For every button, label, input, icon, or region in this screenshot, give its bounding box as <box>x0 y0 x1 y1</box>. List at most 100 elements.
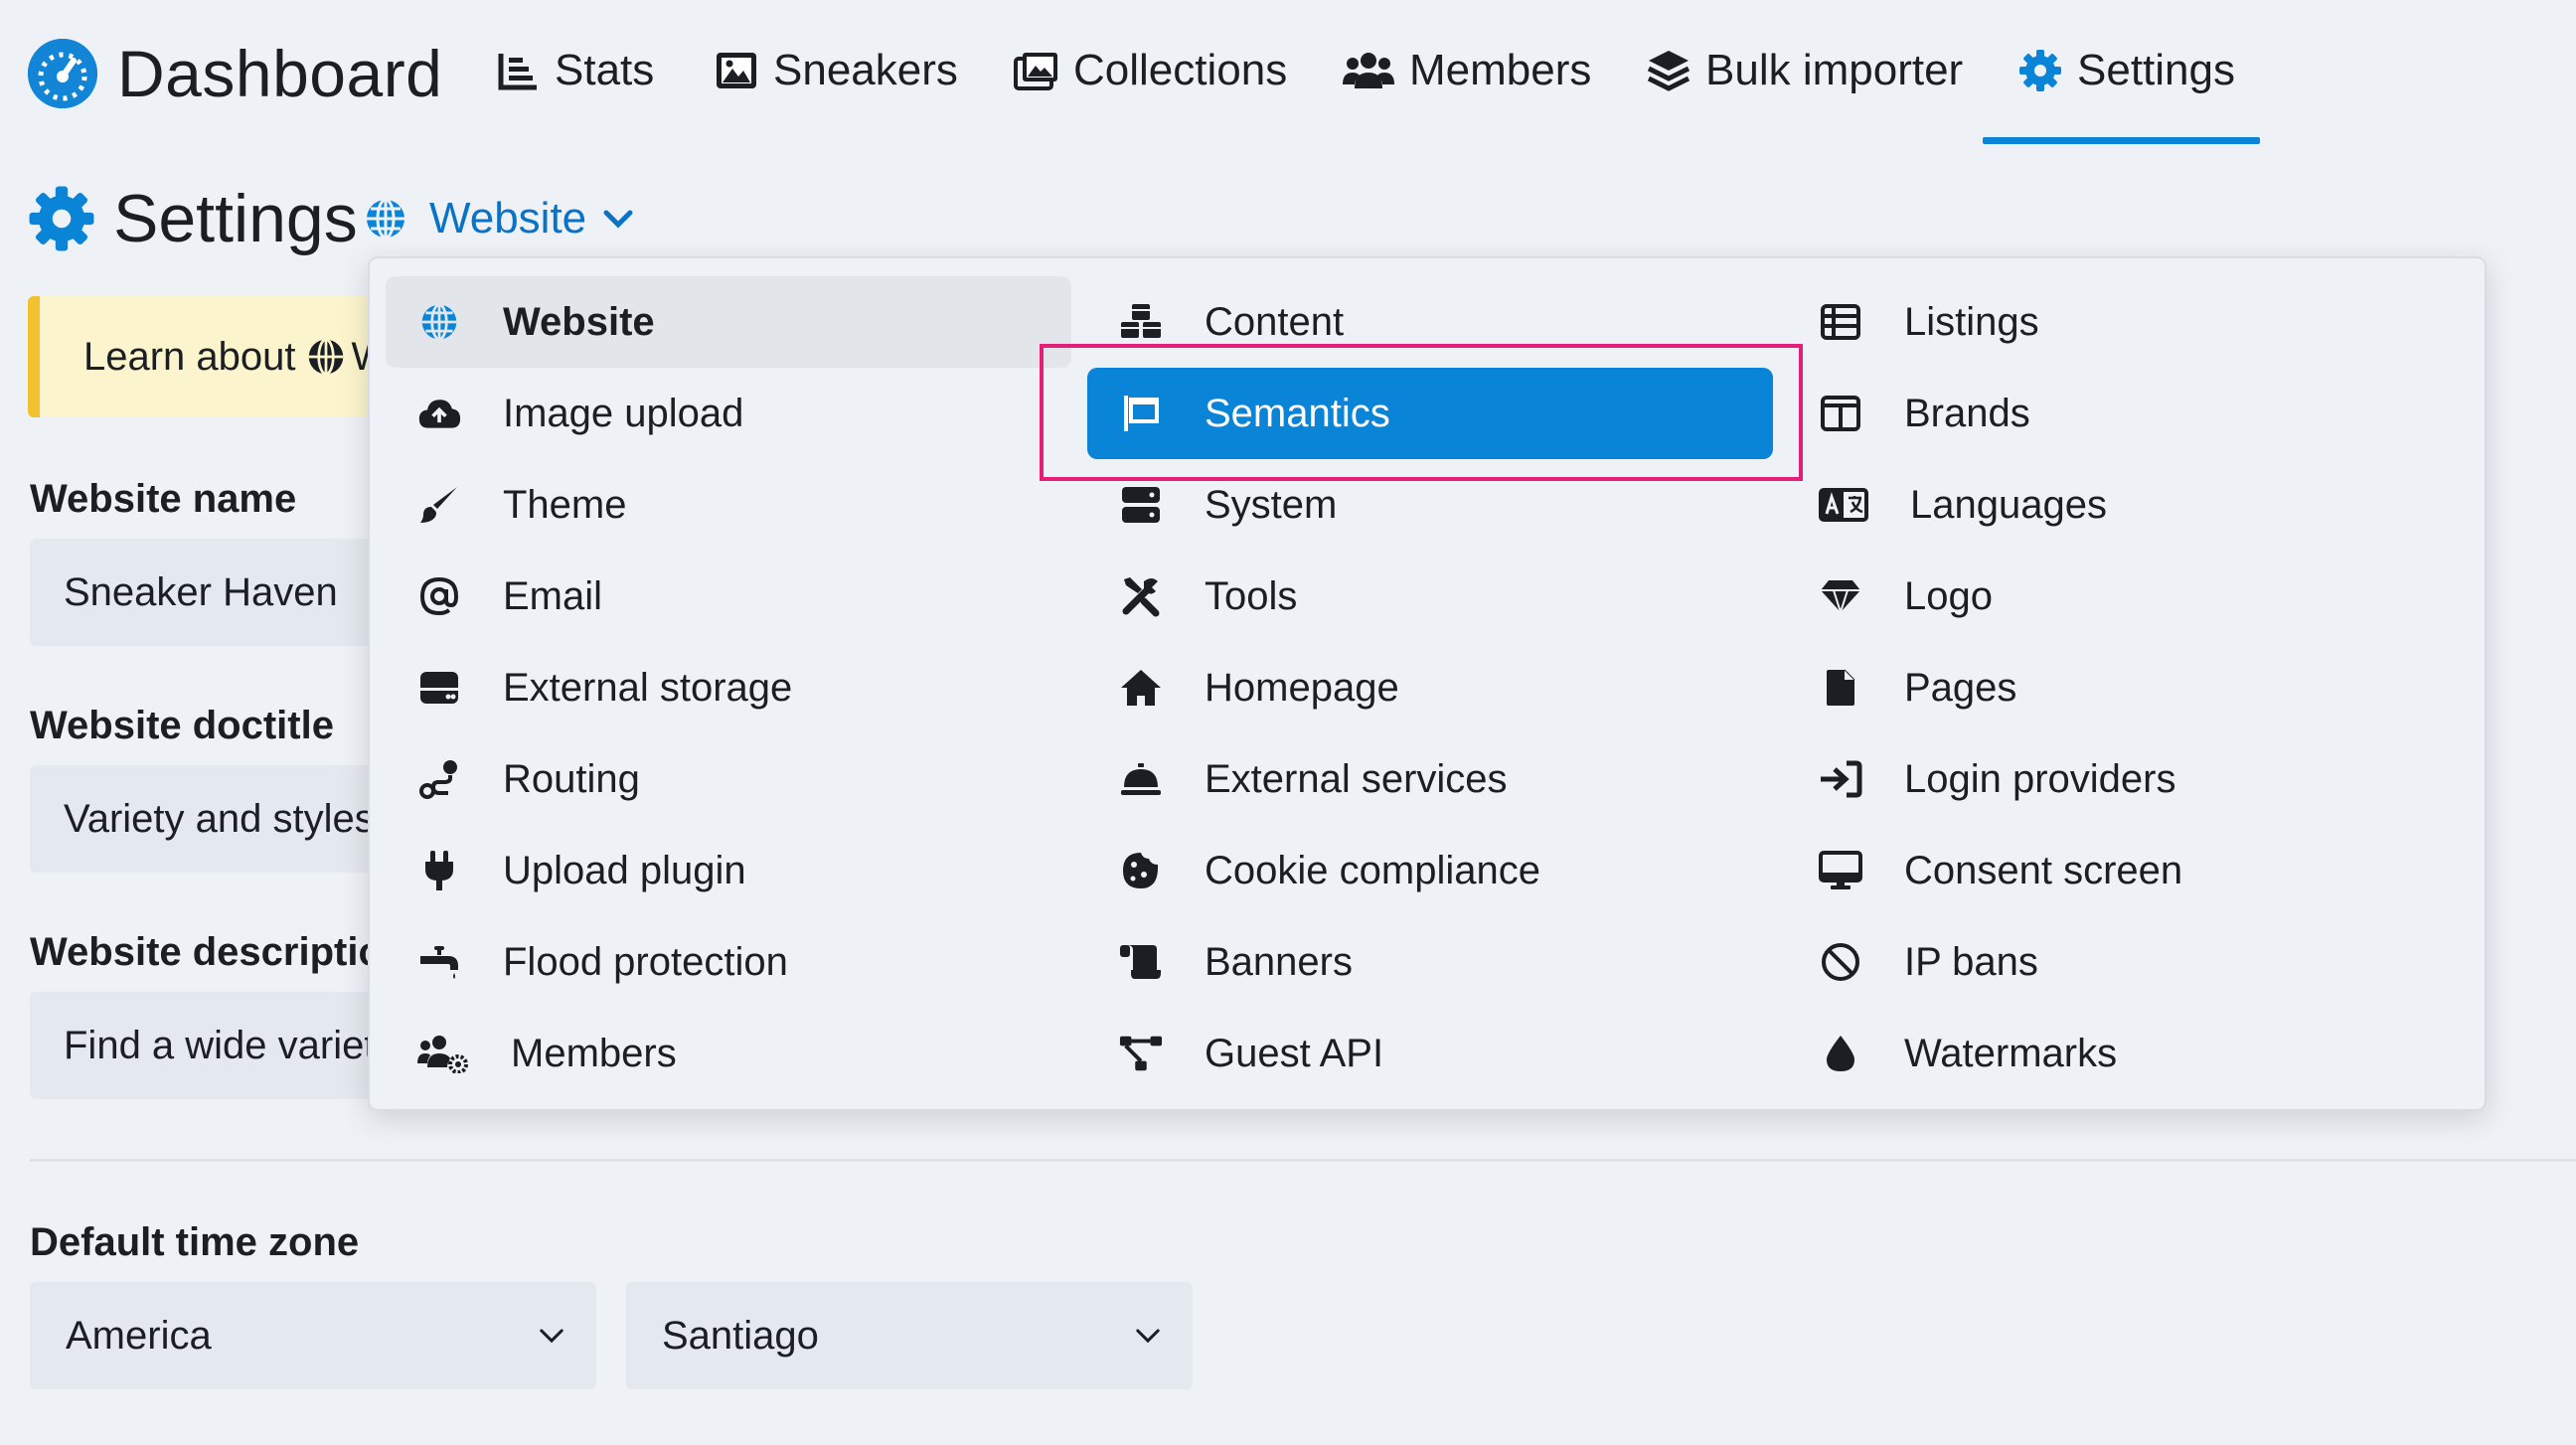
time-zone-region-select[interactable]: America <box>30 1282 596 1389</box>
notice-text: Learn about <box>83 334 296 379</box>
app-title: Dashboard <box>117 37 443 110</box>
menu-item-label: Theme <box>503 482 627 527</box>
nav-label: Members <box>1409 46 1592 94</box>
faucet-icon <box>417 940 461 984</box>
nav-label: Bulk importer <box>1705 46 1964 94</box>
menu-item-label: Tools <box>1205 573 1298 618</box>
section-selector-label: Website <box>429 194 587 242</box>
menu-item-languages[interactable]: Languages <box>1787 459 2473 551</box>
time-zone-city-select[interactable]: Santiago <box>626 1282 1193 1389</box>
menu-item-label: Consent screen <box>1904 848 2183 892</box>
cookie-icon <box>1119 849 1163 892</box>
brush-icon <box>417 483 461 527</box>
menu-item-label: Listings <box>1904 299 2039 344</box>
columns-icon <box>1819 392 1862 435</box>
language-icon <box>1819 483 1868 527</box>
gear-icon <box>2017 48 2063 93</box>
menu-item-label: Pages <box>1904 665 2017 710</box>
menu-item-homepage[interactable]: Homepage <box>1087 642 1773 733</box>
menu-item-label: System <box>1205 482 1338 527</box>
nav-settings[interactable]: Settings <box>2017 36 2235 105</box>
highlight-box <box>1040 344 1803 481</box>
section-divider <box>30 1159 2576 1162</box>
menu-item-label: External services <box>1205 756 1508 801</box>
menu-item-ip-bans[interactable]: IP bans <box>1787 916 2473 1008</box>
menu-item-image-upload[interactable]: Image upload <box>386 368 1071 459</box>
dashboard-brand[interactable]: Dashboard <box>28 36 442 111</box>
menu-item-login-providers[interactable]: Login providers <box>1787 733 2473 825</box>
at-icon <box>417 574 461 618</box>
page-title: Settings <box>113 181 358 256</box>
gauge-icon <box>28 39 97 108</box>
nav-label: Stats <box>555 46 655 94</box>
gem-icon <box>1819 574 1862 618</box>
menu-item-flood-protection[interactable]: Flood protection <box>386 916 1071 1008</box>
table-list-icon <box>1819 300 1862 344</box>
images-icon <box>1014 48 1059 93</box>
route-icon <box>417 757 461 801</box>
nav-sneakers[interactable]: Sneakers <box>714 36 958 105</box>
page-heading: Settings <box>28 179 358 258</box>
chevron-down-icon <box>1131 1319 1165 1353</box>
cloud-upload-icon <box>417 392 461 435</box>
plug-icon <box>417 849 461 892</box>
scroll-icon <box>1119 940 1163 984</box>
menu-item-label: Website <box>503 299 655 344</box>
users-cog-icon <box>417 1032 469 1075</box>
menu-item-consent-screen[interactable]: Consent screen <box>1787 825 2473 916</box>
nav-stats[interactable]: Stats <box>495 36 654 105</box>
menu-item-label: Homepage <box>1205 665 1399 710</box>
menu-item-label: Email <box>503 573 603 618</box>
home-icon <box>1119 666 1163 710</box>
tools-icon <box>1119 574 1163 618</box>
select-value: Santiago <box>662 1313 819 1358</box>
menu-item-tools[interactable]: Tools <box>1087 551 1773 642</box>
globe-icon <box>306 337 346 377</box>
menu-item-logo[interactable]: Logo <box>1787 551 2473 642</box>
menu-item-watermarks[interactable]: Watermarks <box>1787 1008 2473 1099</box>
website-description-label: Website descriptio <box>30 930 383 974</box>
menu-item-label: Languages <box>1910 482 2107 527</box>
menu-item-cookie-compliance[interactable]: Cookie compliance <box>1087 825 1773 916</box>
menu-item-website[interactable]: Website <box>386 276 1071 368</box>
menu-item-theme[interactable]: Theme <box>386 459 1071 551</box>
menu-item-external-storage[interactable]: External storage <box>386 642 1071 733</box>
nav-members[interactable]: Members <box>1342 36 1591 105</box>
menu-item-label: Cookie compliance <box>1205 848 1540 892</box>
nav-label: Collections <box>1073 46 1288 94</box>
menu-item-label: External storage <box>503 665 793 710</box>
menu-item-label: Members <box>511 1031 677 1075</box>
hard-drive-icon <box>417 666 461 710</box>
menu-item-listings[interactable]: Listings <box>1787 276 2473 368</box>
nav-collections[interactable]: Collections <box>1014 36 1287 105</box>
globe-icon <box>417 300 461 344</box>
menu-item-label: Guest API <box>1205 1031 1384 1075</box>
menu-item-upload-plugin[interactable]: Upload plugin <box>386 825 1071 916</box>
menu-item-label: Login providers <box>1904 756 2176 801</box>
image-icon <box>714 48 759 93</box>
menu-item-guest-api[interactable]: Guest API <box>1087 1008 1773 1099</box>
website-doctitle-label: Website doctitle <box>30 704 334 747</box>
active-tab-indicator <box>1983 137 2260 144</box>
menu-item-banners[interactable]: Banners <box>1087 916 1773 1008</box>
menu-item-label: Image upload <box>503 391 744 435</box>
nav-label: Settings <box>2077 46 2235 94</box>
bell-concierge-icon <box>1119 757 1163 801</box>
users-icon <box>1342 48 1395 93</box>
ban-icon <box>1819 940 1862 984</box>
globe-icon <box>364 197 407 241</box>
menu-item-pages[interactable]: Pages <box>1787 642 2473 733</box>
menu-item-routing[interactable]: Routing <box>386 733 1071 825</box>
gear-icon <box>28 185 95 252</box>
nav-bulk-importer[interactable]: Bulk importer <box>1646 36 1963 105</box>
menu-item-email[interactable]: Email <box>386 551 1071 642</box>
menu-item-brands[interactable]: Brands <box>1787 368 2473 459</box>
cubes-icon <box>1119 300 1163 344</box>
nav-label: Sneakers <box>773 46 958 94</box>
section-selector[interactable]: Website <box>364 191 638 246</box>
menu-item-label: Watermarks <box>1904 1031 2118 1075</box>
menu-item-external-services[interactable]: External services <box>1087 733 1773 825</box>
droplet-icon <box>1819 1032 1862 1075</box>
menu-item-label: Banners <box>1205 939 1353 984</box>
menu-item-members[interactable]: Members <box>386 1008 1071 1099</box>
